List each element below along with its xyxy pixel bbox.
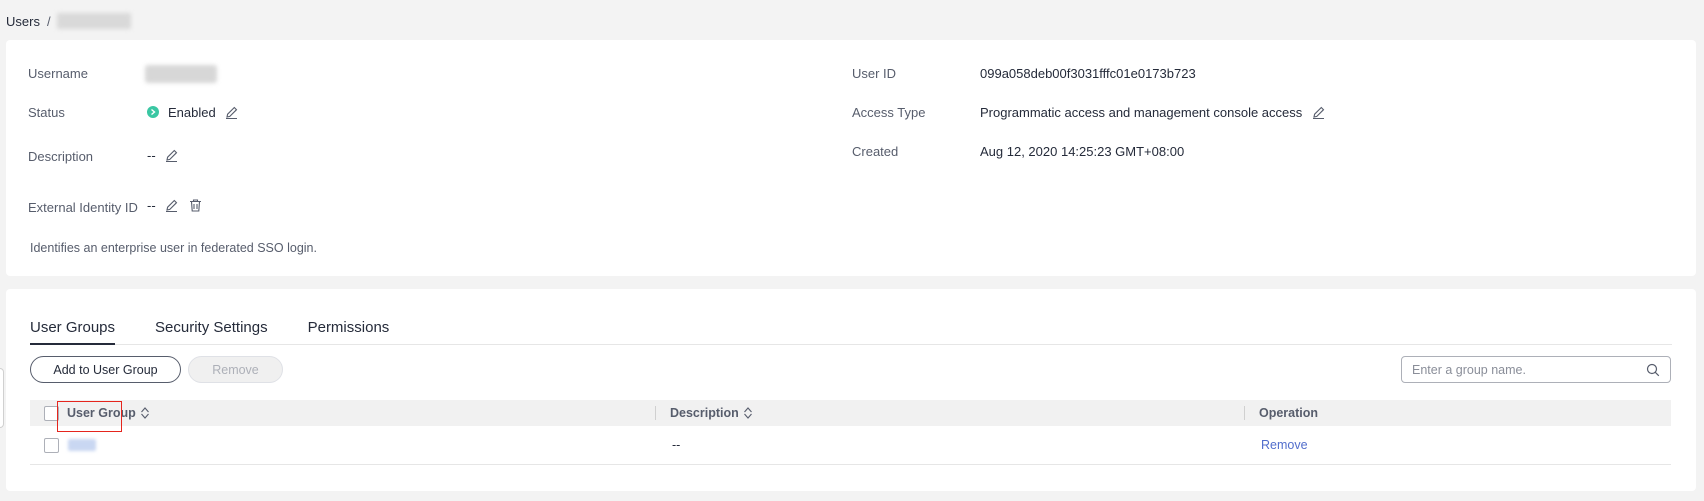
tab-bar: User Groups Security Settings Permission… [30,317,1672,345]
tab-security-settings[interactable]: Security Settings [155,317,268,345]
select-all-checkbox[interactable] [44,405,59,421]
description-value: -- [147,146,181,164]
column-description-label: Description [670,406,739,420]
tab-user-groups[interactable]: User Groups [30,317,116,345]
column-user-group[interactable]: User Group [67,400,150,426]
status-value: Enabled [147,103,241,121]
table-row: -- Remove [30,426,1671,465]
add-to-user-group-button[interactable]: Add to User Group [30,356,181,383]
tab-permissions[interactable]: Permissions [308,317,390,345]
breadcrumb-users[interactable]: Users [6,14,40,29]
column-operation-label: Operation [1259,406,1319,420]
user-info-card: Username Status Enabled Description -- E… [6,40,1696,276]
created-label: Created [852,144,899,159]
access-type-value: Programmatic access and management conso… [980,103,1327,121]
user-id-value: 099a058deb00f3031fffc01e0173b723 [980,66,1196,81]
username-value [145,65,217,83]
select-all-cell [44,400,59,426]
description-text: -- [147,147,156,163]
created-value: Aug 12, 2020 14:25:23 GMT+08:00 [980,144,1185,159]
status-text: Enabled [168,104,216,120]
breadcrumb-separator: / [46,13,51,29]
username-redacted [145,65,217,83]
user-group-link-redacted[interactable] [68,439,96,451]
column-separator [1244,406,1245,420]
username-label: Username [28,66,88,81]
row-checkbox[interactable] [44,437,59,453]
user-id-label: User ID [852,66,897,81]
edit-icon[interactable] [163,196,181,214]
column-user-group-label: User Group [67,406,136,420]
side-handle[interactable] [0,368,4,428]
edit-icon[interactable] [1309,103,1327,121]
status-enabled-icon [147,106,159,118]
breadcrumb: Users / [6,12,131,30]
row-description-cell: -- [672,438,681,452]
breadcrumb-current-user-redacted [56,13,131,29]
group-search-input[interactable] [1412,362,1646,377]
group-search [1401,356,1671,383]
access-type-text: Programmatic access and management conso… [980,104,1303,120]
external-id-label: External Identity ID [28,200,138,215]
column-separator [655,406,656,420]
column-description[interactable]: Description [670,400,753,426]
access-type-label: Access Type [852,105,926,120]
status-label: Status [28,105,65,120]
external-id-hint: Identifies an enterprise user in federat… [30,241,317,255]
remove-button[interactable]: Remove [188,356,283,383]
sort-icon[interactable] [140,406,150,420]
row-select-cell [44,426,59,464]
column-operation: Operation [1259,400,1318,426]
edit-icon[interactable] [223,103,241,121]
user-tabs-card: User Groups Security Settings Permission… [6,289,1696,491]
edit-icon[interactable] [163,146,181,164]
table-header: User Group Description Operation [30,400,1671,426]
search-icon[interactable] [1646,363,1660,377]
row-user-group-cell [68,426,96,464]
row-remove-link[interactable]: Remove [1261,426,1308,464]
delete-icon[interactable] [187,196,205,214]
external-id-value: -- [147,196,205,214]
description-label: Description [28,149,94,164]
external-id-text: -- [147,197,156,213]
sort-icon[interactable] [743,406,753,420]
